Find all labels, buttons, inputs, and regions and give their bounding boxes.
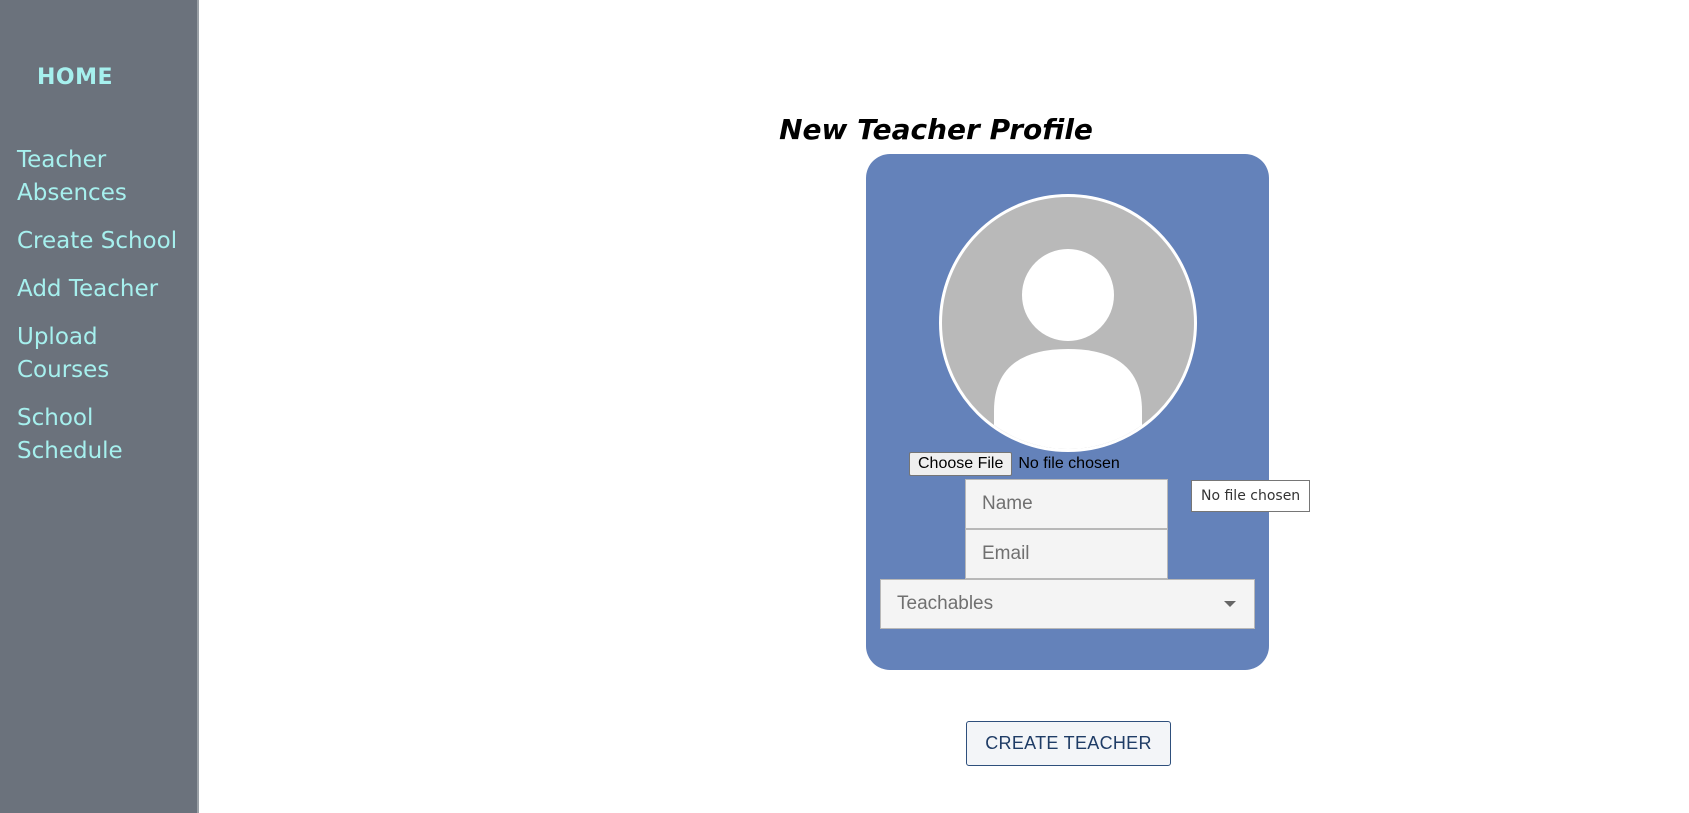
default-user-avatar-icon	[939, 194, 1197, 452]
choose-file-button[interactable]: Choose File	[909, 452, 1013, 476]
sidebar-item-teacher-absences[interactable]: Teacher Absences	[17, 144, 192, 210]
teacher-profile-card: Choose File No file chosen Teachables	[866, 154, 1269, 670]
sidebar-item-create-school[interactable]: Create School	[17, 225, 192, 258]
sidebar-item-upload-courses[interactable]: Upload Courses	[17, 321, 192, 387]
sidebar-item-school-schedule[interactable]: School Schedule	[17, 402, 192, 468]
sidebar-nav: Teacher Absences Create School Add Teach…	[17, 144, 192, 483]
teachables-select[interactable]: Teachables	[880, 579, 1255, 629]
file-input-tooltip: No file chosen	[1191, 480, 1311, 512]
caret-down-icon	[1224, 601, 1236, 607]
sidebar: HOME Teacher Absences Create School Add …	[0, 0, 199, 813]
create-teacher-button[interactable]: CREATE TEACHER	[966, 721, 1171, 766]
file-status-text: No file chosen	[1018, 455, 1120, 472]
file-upload: Choose File No file chosen	[909, 452, 1120, 476]
name-input[interactable]	[965, 479, 1168, 529]
page-title: New Teacher Profile	[779, 113, 1093, 146]
sidebar-item-add-teacher[interactable]: Add Teacher	[17, 273, 192, 306]
teachables-select-label: Teachables	[897, 593, 994, 614]
home-link[interactable]: HOME	[37, 65, 113, 90]
email-input[interactable]	[965, 529, 1168, 579]
